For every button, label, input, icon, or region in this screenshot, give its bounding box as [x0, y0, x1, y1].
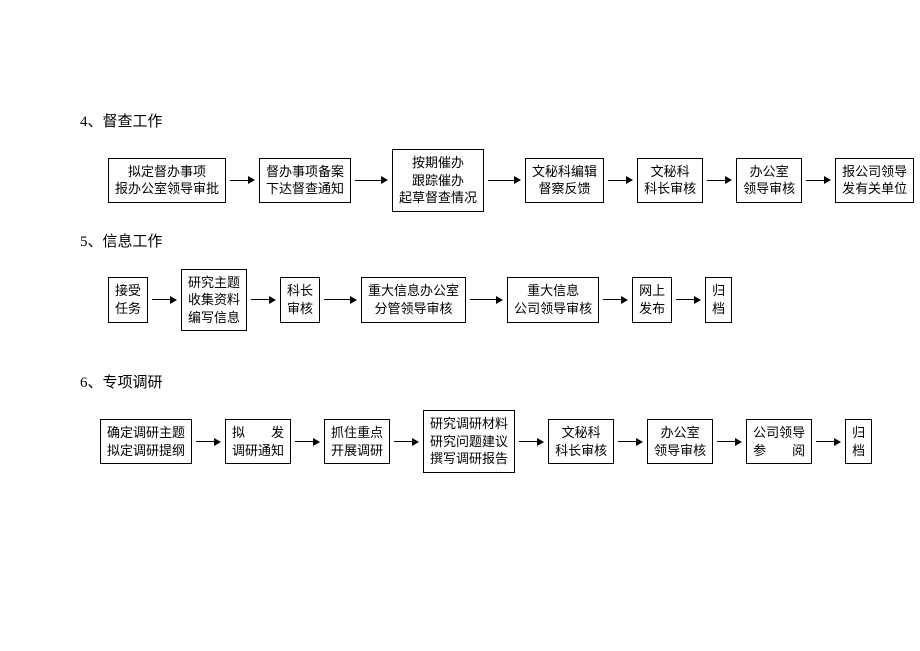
arrow-right-icon — [324, 296, 357, 304]
flow-row: 拟定督办事项 报办公室领导审批 督办事项备案 下达督查通知 按期催办 跟踪催办 … — [108, 149, 920, 212]
flow-box: 文秘科 科长审核 — [548, 419, 614, 464]
box-line: 督办事项备案 — [266, 163, 344, 181]
box-line: 公司领导 — [753, 424, 805, 442]
box-line: 重大信息 — [514, 282, 592, 300]
box-line: 拟定督办事项 — [115, 163, 219, 181]
box-line: 科长审核 — [555, 442, 607, 460]
arrow-right-icon — [295, 438, 320, 446]
box-line: 领导审核 — [654, 442, 706, 460]
flow-box: 办公室 领导审核 — [736, 158, 802, 203]
box-line: 发布 — [639, 300, 665, 318]
flow-box: 科长 审核 — [280, 277, 320, 322]
arrow-right-icon — [707, 176, 732, 184]
box-line: 拟定调研提纲 — [107, 442, 185, 460]
box-line: 领导审核 — [743, 180, 795, 198]
section-supervision: 4、督查工作 拟定督办事项 报办公室领导审批 督办事项备案 下达督查通知 按期催… — [80, 110, 920, 212]
arrow-right-icon — [676, 296, 701, 304]
arrow-right-icon — [806, 176, 831, 184]
box-line: 科长 — [287, 282, 313, 300]
page-root: 4、督查工作 拟定督办事项 报办公室领导审批 督办事项备案 下达督查通知 按期催… — [0, 0, 920, 473]
box-line: 起草督查情况 — [399, 189, 477, 207]
arrow-right-icon — [519, 438, 544, 446]
section-title: 5、信息工作 — [80, 230, 920, 251]
arrow-right-icon — [717, 438, 742, 446]
section-title: 6、专项调研 — [80, 371, 920, 392]
box-line: 文秘科编辑 — [532, 163, 597, 181]
flow-box: 研究主题 收集资料 编写信息 — [181, 269, 247, 332]
box-line: 科长审核 — [644, 180, 696, 198]
box-line: 研究主题 — [188, 274, 240, 292]
arrow-right-icon — [816, 438, 841, 446]
box-line: 跟踪催办 — [399, 172, 477, 190]
section-title: 4、督查工作 — [80, 110, 920, 131]
box-line: 确定调研主题 — [107, 424, 185, 442]
box-line: 拟 发 — [232, 424, 284, 442]
box-line: 档 — [852, 442, 865, 460]
arrow-right-icon — [603, 296, 628, 304]
box-line: 按期催办 — [399, 154, 477, 172]
flow-box: 文秘科 科长审核 — [637, 158, 703, 203]
box-line: 接受 — [115, 282, 141, 300]
box-line: 档 — [712, 300, 725, 318]
box-line: 归 — [852, 424, 865, 442]
box-line: 重大信息办公室 — [368, 282, 459, 300]
box-line: 抓住重点 — [331, 424, 383, 442]
flow-box: 重大信息办公室 分管领导审核 — [361, 277, 466, 322]
box-line: 下达督查通知 — [266, 180, 344, 198]
arrow-right-icon — [394, 438, 419, 446]
flow-box: 文秘科编辑 督察反馈 — [525, 158, 604, 203]
box-line: 报办公室领导审批 — [115, 180, 219, 198]
flow-box: 拟定督办事项 报办公室领导审批 — [108, 158, 226, 203]
box-line: 调研通知 — [232, 442, 284, 460]
box-line: 文秘科 — [644, 163, 696, 181]
arrow-right-icon — [230, 176, 255, 184]
flow-box: 归 档 — [845, 419, 872, 464]
arrow-right-icon — [470, 296, 503, 304]
box-line: 研究调研材料 — [430, 415, 508, 433]
arrow-right-icon — [488, 176, 521, 184]
box-line: 网上 — [639, 282, 665, 300]
flow-box: 重大信息 公司领导审核 — [507, 277, 599, 322]
flow-box: 办公室 领导审核 — [647, 419, 713, 464]
arrow-right-icon — [152, 296, 177, 304]
box-line: 参 阅 — [753, 442, 805, 460]
flow-row: 确定调研主题 拟定调研提纲 拟 发 调研通知 抓住重点 开展调研 研究调研材料 … — [100, 410, 920, 473]
flow-box: 公司领导 参 阅 — [746, 419, 812, 464]
box-line: 文秘科 — [555, 424, 607, 442]
box-line: 审核 — [287, 300, 313, 318]
section-research: 6、专项调研 确定调研主题 拟定调研提纲 拟 发 调研通知 抓住重点 开展调研 … — [80, 371, 920, 473]
box-line: 归 — [712, 282, 725, 300]
box-line: 报公司领导 — [842, 163, 907, 181]
box-line: 办公室 — [743, 163, 795, 181]
box-line: 分管领导审核 — [368, 300, 459, 318]
flow-box: 归 档 — [705, 277, 732, 322]
box-line: 开展调研 — [331, 442, 383, 460]
flow-box: 确定调研主题 拟定调研提纲 — [100, 419, 192, 464]
arrow-right-icon — [608, 176, 633, 184]
arrow-right-icon — [355, 176, 388, 184]
flow-box: 督办事项备案 下达督查通知 — [259, 158, 351, 203]
box-line: 研究问题建议 — [430, 433, 508, 451]
flow-box: 网上 发布 — [632, 277, 672, 322]
box-line: 编写信息 — [188, 309, 240, 327]
flow-box: 报公司领导 发有关单位 — [835, 158, 914, 203]
flow-box: 抓住重点 开展调研 — [324, 419, 390, 464]
box-line: 督察反馈 — [532, 180, 597, 198]
flow-row: 接受 任务 研究主题 收集资料 编写信息 科长 审核 重大信息办公室 分管领导审… — [108, 269, 920, 332]
arrow-right-icon — [618, 438, 643, 446]
flow-box: 研究调研材料 研究问题建议 撰写调研报告 — [423, 410, 515, 473]
box-line: 任务 — [115, 300, 141, 318]
flow-box: 拟 发 调研通知 — [225, 419, 291, 464]
box-line: 办公室 — [654, 424, 706, 442]
box-line: 收集资料 — [188, 291, 240, 309]
box-line: 公司领导审核 — [514, 300, 592, 318]
arrow-right-icon — [196, 438, 221, 446]
box-line: 撰写调研报告 — [430, 450, 508, 468]
section-information: 5、信息工作 接受 任务 研究主题 收集资料 编写信息 科长 审核 重大信息办公… — [80, 230, 920, 332]
flow-box: 按期催办 跟踪催办 起草督查情况 — [392, 149, 484, 212]
flow-box: 接受 任务 — [108, 277, 148, 322]
arrow-right-icon — [251, 296, 276, 304]
box-line: 发有关单位 — [842, 180, 907, 198]
